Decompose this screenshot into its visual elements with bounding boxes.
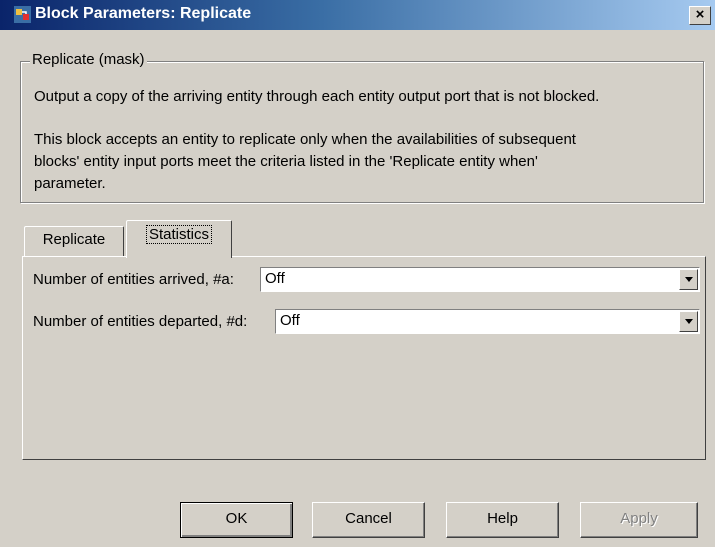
ok-button[interactable]: OK — [180, 502, 293, 538]
description-line: This block accepts an entity to replicat… — [34, 131, 576, 148]
description-line: Output a copy of the arriving entity thr… — [34, 88, 600, 105]
chevron-down-icon[interactable] — [679, 311, 698, 332]
simulink-block-icon — [14, 6, 31, 23]
arrived-value: Off — [265, 270, 285, 287]
tab-label: Statistics — [145, 225, 212, 244]
arrived-label: Number of entities arrived, #a: — [33, 271, 234, 288]
description-line: parameter. — [34, 175, 106, 192]
arrived-dropdown[interactable]: Off — [260, 267, 700, 292]
close-button[interactable]: × — [689, 6, 711, 25]
chevron-down-icon[interactable] — [679, 269, 698, 290]
tab-label: Replicate — [42, 231, 106, 248]
help-button[interactable]: Help — [446, 502, 559, 538]
description-line: blocks' entity input ports meet the crit… — [34, 153, 538, 170]
apply-button[interactable]: Apply — [580, 502, 698, 538]
window-title: Block Parameters: Replicate — [35, 5, 252, 22]
tab-statistics[interactable]: Statistics — [126, 220, 232, 258]
tab-replicate[interactable]: Replicate — [24, 226, 124, 256]
departed-value: Off — [280, 312, 300, 329]
departed-dropdown[interactable]: Off — [275, 309, 700, 334]
cancel-button[interactable]: Cancel — [312, 502, 425, 538]
title-bar[interactable]: Block Parameters: Replicate × — [0, 0, 715, 30]
close-icon: × — [695, 6, 705, 23]
departed-label: Number of entities departed, #d: — [33, 313, 248, 330]
mask-group-legend: Replicate (mask) — [30, 51, 147, 68]
